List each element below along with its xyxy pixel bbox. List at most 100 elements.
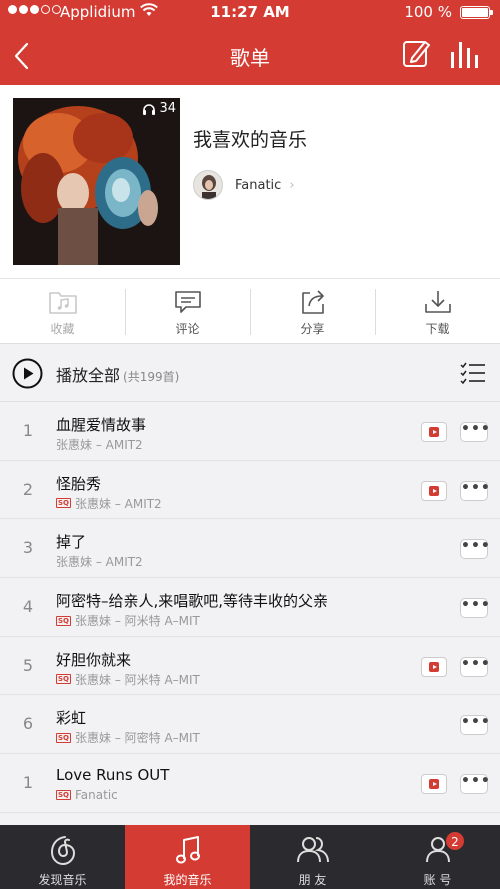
edit-icon[interactable] [402, 38, 430, 70]
song-row[interactable]: 2 怪胎秀 SQ 张惠妹 – AMIT2 ••• [0, 461, 500, 520]
song-index: 4 [22, 597, 34, 617]
battery-icon [460, 6, 493, 19]
song-row[interactable]: 1 Love Runs OUT SQ Fanatic ••• [0, 754, 500, 813]
sq-badge: SQ [56, 674, 71, 685]
back-arrow-icon[interactable] [8, 38, 38, 74]
song-row[interactable]: 6 彩虹 SQ 张惠妹 – 阿密特 A–MIT ••• [0, 695, 500, 755]
song-title: 好胆你就来 [56, 650, 132, 669]
song-index: 2 [22, 479, 34, 499]
song-meta: SQ 张惠妹 – 阿密特 A–MIT [56, 729, 200, 746]
more-options-button[interactable]: ••• [460, 539, 490, 560]
sq-badge: SQ [56, 498, 71, 509]
playlist-cover[interactable]: 34 [13, 98, 180, 265]
music-note-icon [175, 836, 200, 864]
song-meta: SQ 张惠妹 – AMIT2 [56, 495, 162, 512]
song-row[interactable]: 1 血腥爱情故事 张惠妹 – AMIT2 ••• [0, 402, 500, 461]
song-artist-album: 张惠妹 – AMIT2 [56, 555, 143, 570]
tab-discover[interactable]: 发现音乐 [0, 825, 125, 889]
download-icon [424, 291, 451, 313]
more-options-button[interactable]: ••• [460, 480, 490, 501]
download-label: 下载 [425, 322, 450, 336]
battery-percent: 100 % [404, 3, 452, 21]
share-icon [301, 290, 324, 314]
play-all-row[interactable]: 播放全部 (共199首) [0, 345, 500, 402]
multi-select-icon[interactable] [460, 361, 486, 385]
tab-friends[interactable]: 朋 友 [250, 825, 375, 889]
sq-badge: SQ [56, 615, 71, 626]
more-options-button[interactable]: ••• [460, 598, 490, 619]
song-row[interactable]: 3 掉了 张惠妹 – AMIT2 ••• [0, 519, 500, 579]
song-row[interactable]: 4 阿密特–给亲人,来唱歌吧,等待丰收的父亲 SQ 张惠妹 – 阿米特 A–MIT… [0, 578, 500, 637]
action-bar: 收藏 评论 分享 下载 [0, 278, 500, 344]
song-title: 阿密特–给亲人,来唱歌吧,等待丰收的父亲 [56, 592, 329, 611]
comment-button[interactable]: 评论 [125, 279, 250, 343]
creator-name: Fanatic [235, 177, 282, 193]
playlist-header: 34 我喜欢的音乐 Fanatic › [0, 85, 500, 278]
play-count-badge: 34 [142, 101, 176, 116]
headphones-icon [143, 103, 156, 115]
share-label: 分享 [300, 322, 325, 336]
song-meta: SQ 张惠妹 – 阿米特 A–MIT [56, 612, 200, 629]
song-artist-album: 张惠妹 – AMIT2 [75, 496, 162, 511]
song-meta: SQ Fanatic [56, 788, 118, 802]
song-row[interactable]: 5 好胆你就来 SQ 张惠妹 – 阿米特 A–MIT ••• [0, 637, 500, 696]
song-title: 血腥爱情故事 [56, 416, 147, 434]
tab-my-music[interactable]: 我的音乐 [125, 825, 250, 889]
sq-badge: SQ [56, 790, 71, 801]
collect-label: 收藏 [50, 322, 75, 336]
play-circle-icon[interactable] [12, 358, 43, 389]
song-title: 掉了 [56, 533, 87, 552]
share-button[interactable]: 分享 [250, 279, 375, 343]
play-all-label: 播放全部 [56, 366, 121, 385]
comment-label: 评论 [175, 322, 200, 336]
song-title: 怪胎秀 [56, 474, 102, 493]
equalizer-icon[interactable] [448, 38, 480, 70]
song-count: (共199首) [123, 370, 180, 384]
tab-account[interactable]: 账 号 2 [375, 825, 500, 889]
tab-discover-label: 发现音乐 [38, 873, 87, 887]
playlist-title: 我喜欢的音乐 [193, 129, 308, 151]
song-artist-album: 张惠妹 – 阿密特 A–MIT [75, 731, 200, 746]
song-artist-album: 张惠妹 – 阿米特 A–MIT [75, 672, 200, 687]
song-list: 1 血腥爱情故事 张惠妹 – AMIT2 ••• 2 怪胎秀 SQ 张惠妹 – A… [0, 402, 500, 813]
tab-my-music-label: 我的音乐 [163, 873, 212, 887]
more-options-button[interactable]: ••• [460, 715, 490, 736]
top-bar: Applidium 11:27 AM 100 % 歌单 [0, 0, 500, 85]
status-bar: Applidium 11:27 AM 100 % [0, 0, 500, 24]
avatar [193, 170, 223, 200]
notification-badge: 2 [445, 831, 465, 851]
more-options-button[interactable]: ••• [460, 656, 490, 677]
folder-music-icon [48, 292, 77, 314]
song-index: 6 [22, 714, 34, 734]
song-title: 彩虹 [56, 709, 87, 728]
play-all-text: 播放全部 (共199首) [56, 362, 179, 386]
friends-icon [296, 837, 329, 863]
collect-button[interactable]: 收藏 [0, 279, 125, 343]
play-count: 34 [159, 101, 176, 116]
more-options-button[interactable]: ••• [460, 422, 490, 442]
creator-link[interactable]: Fanatic › [193, 168, 295, 202]
song-artist-album: 张惠妹 – AMIT2 [56, 438, 143, 452]
cover-art-image [13, 98, 180, 265]
chevron-right-icon: › [289, 177, 295, 193]
song-index: 5 [22, 655, 34, 675]
more-options-button[interactable]: ••• [460, 774, 490, 795]
download-button[interactable]: 下载 [375, 279, 500, 343]
tab-account-label: 账 号 [423, 873, 452, 887]
song-title: Love Runs OUT [56, 766, 170, 785]
netease-logo-icon [50, 836, 75, 866]
song-meta: 张惠妹 – AMIT2 [56, 553, 143, 570]
song-meta: SQ 张惠妹 – 阿米特 A–MIT [56, 671, 200, 688]
mv-icon[interactable] [421, 480, 447, 501]
song-artist-album: 张惠妹 – 阿米特 A–MIT [75, 614, 200, 629]
song-index: 3 [22, 538, 34, 558]
mv-icon[interactable] [421, 774, 447, 795]
mv-icon[interactable] [421, 422, 447, 442]
song-index: 1 [22, 773, 34, 793]
song-meta: 张惠妹 – AMIT2 [56, 436, 143, 453]
song-artist-album: Fanatic [75, 788, 118, 803]
tab-friends-label: 朋 友 [298, 873, 327, 887]
mv-icon[interactable] [421, 656, 447, 677]
comment-icon [174, 291, 201, 313]
song-index: 1 [22, 421, 34, 440]
